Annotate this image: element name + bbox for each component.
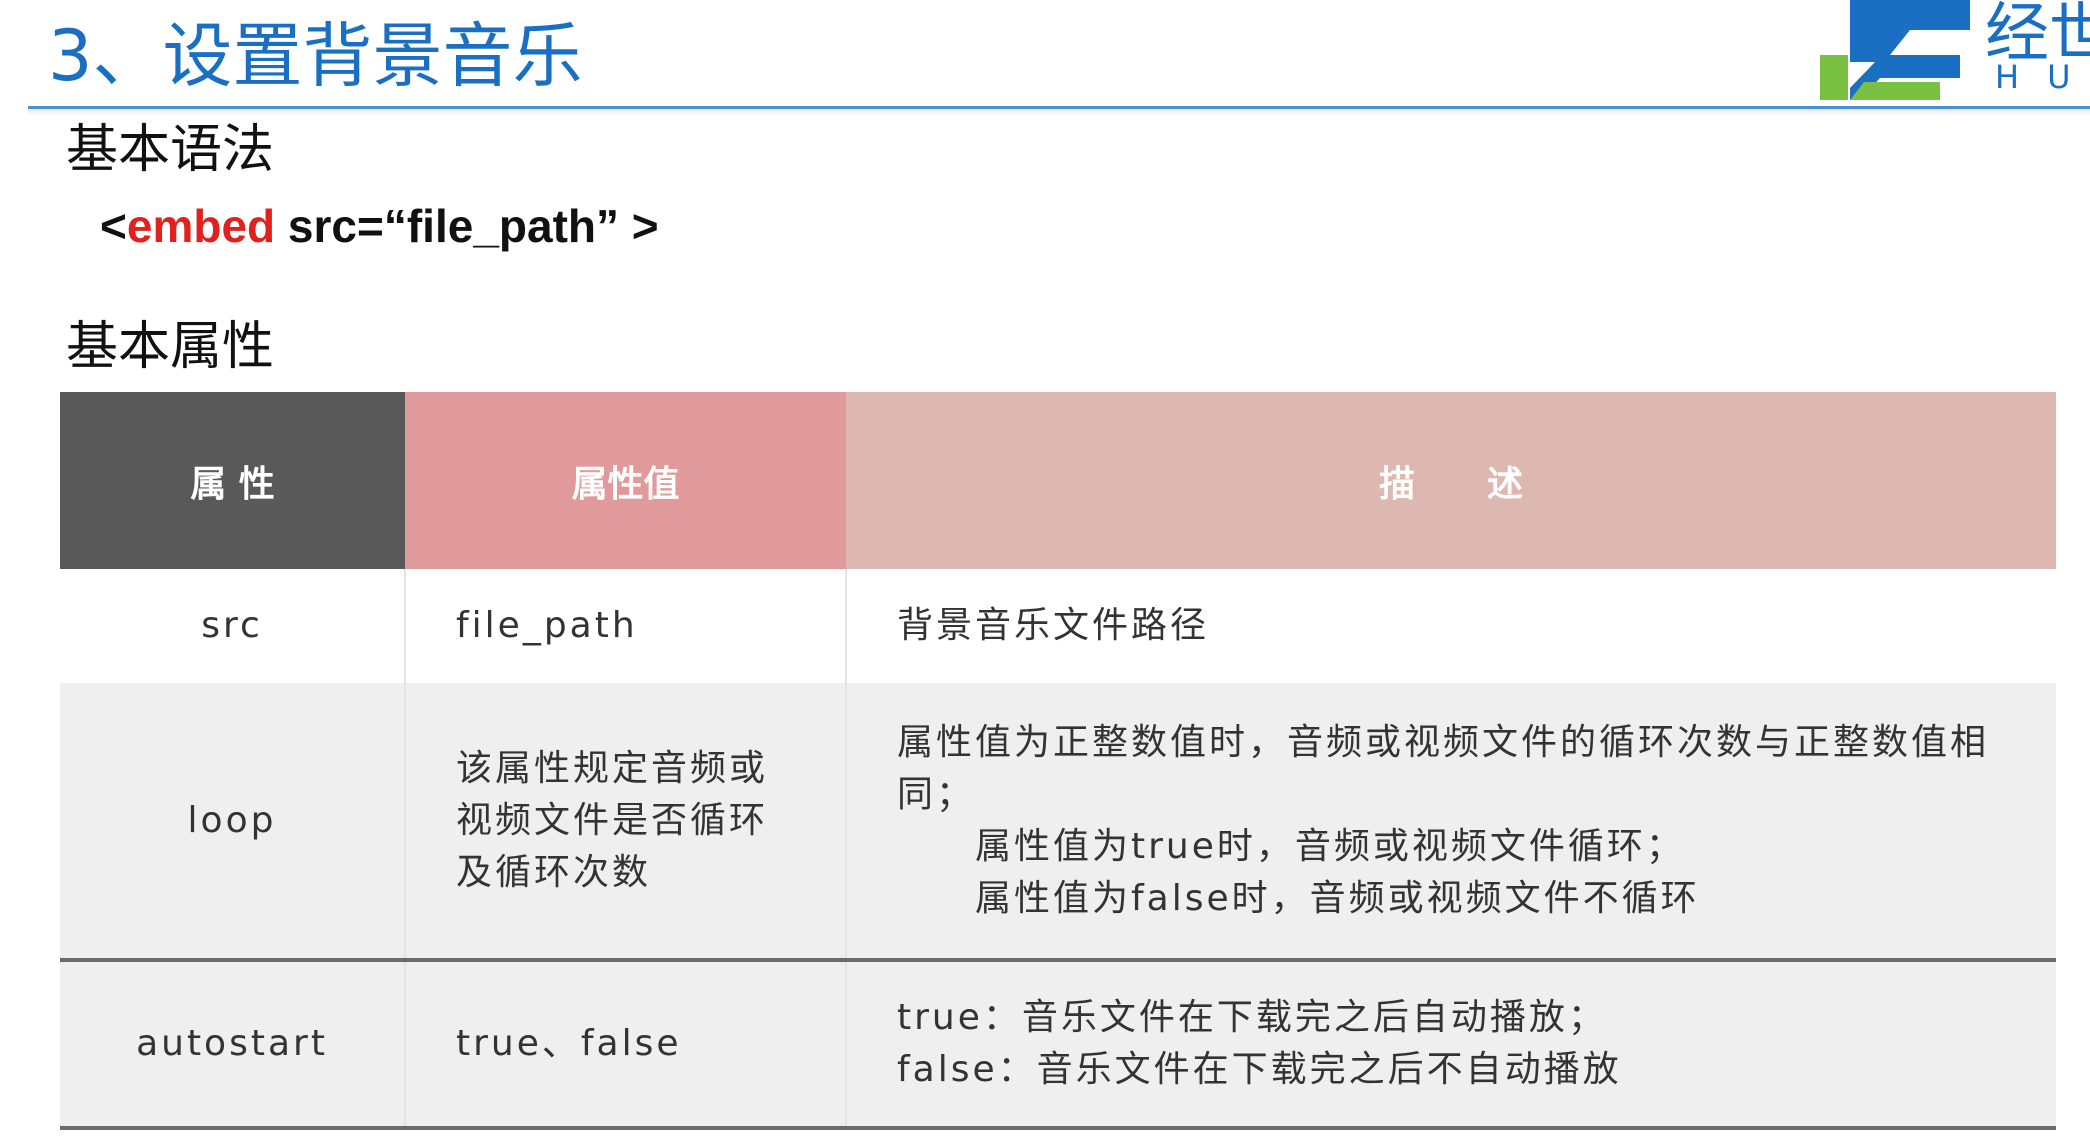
attributes-heading: 基本属性 — [66, 317, 275, 377]
cell-desc-line: 属性值为false时，音频或视频文件不循环 — [975, 877, 1700, 919]
syntax-open-bracket: < — [100, 200, 127, 252]
cell-desc: 属性值为正整数值时，音频或视频文件的循环次数与正整数值相 同； 属性值为true… — [846, 683, 2056, 962]
cell-desc-line: 属性值为正整数值时，音频或视频文件的循环次数与正整数值相 — [897, 721, 1990, 763]
logo-text-bottom: HU — [1995, 58, 2090, 96]
cell-attr: src — [60, 569, 406, 683]
slide-title: 3、设置背景音乐 — [48, 15, 583, 97]
cell-desc: 背景音乐文件路径 — [846, 569, 2056, 683]
cell-value-line: true、false — [456, 1023, 682, 1064]
logo-green-shape-2 — [1850, 82, 1940, 100]
cell-value: true、false — [405, 960, 847, 1130]
syntax-code: <embed src=“file_path” > — [100, 194, 659, 258]
cell-value: file_path — [405, 569, 847, 683]
syntax-heading: 基本语法 — [66, 120, 275, 180]
cell-desc: true：音乐文件在下载完之后自动播放； false：音乐文件在下载完之后不自动… — [846, 960, 2056, 1130]
table-row: loop 该属性规定音频或 视频文件是否循环 及循环次数 属性值为正整数值时，音… — [60, 683, 2056, 962]
cell-value-line: 视频文件是否循环 — [456, 799, 769, 841]
column-header-value: 属性值 — [405, 392, 846, 569]
cell-value: 该属性规定音频或 视频文件是否循环 及循环次数 — [405, 683, 847, 962]
cell-desc-line: 背景音乐文件路径 — [897, 605, 1210, 646]
cell-value-line: 该属性规定音频或 — [456, 747, 769, 789]
column-header-desc: 描 述 — [846, 392, 2056, 569]
syntax-rest: src=“file_path” > — [275, 200, 659, 252]
column-header-attr: 属 性 — [60, 392, 405, 569]
cell-attr: loop — [60, 683, 406, 962]
logo-green-shape — [1820, 55, 1848, 100]
cell-value-line: file_path — [456, 605, 638, 646]
table-header-row: 属 性 属性值 描 述 — [60, 392, 2056, 569]
title-underline-shadow — [28, 109, 2090, 115]
cell-desc-line: false：音乐文件在下载完之后不自动播放 — [897, 1049, 1622, 1090]
cell-value-line: 及循环次数 — [456, 851, 652, 893]
table-row: autostart true、false true：音乐文件在下载完之后自动播放… — [60, 960, 2056, 1130]
cell-attr: autostart — [60, 960, 406, 1130]
cell-desc-line: true：音乐文件在下载完之后自动播放； — [897, 997, 1607, 1038]
syntax-keyword: embed — [126, 200, 276, 252]
cell-desc-line: 同； — [897, 773, 976, 815]
attributes-table: 属 性 属性值 描 述 src file_path 背景音乐文件路径 loop … — [60, 392, 2056, 1130]
table-row: src file_path 背景音乐文件路径 — [60, 569, 2056, 683]
cell-desc-line: 属性值为true时，音频或视频文件循环； — [975, 825, 1685, 867]
